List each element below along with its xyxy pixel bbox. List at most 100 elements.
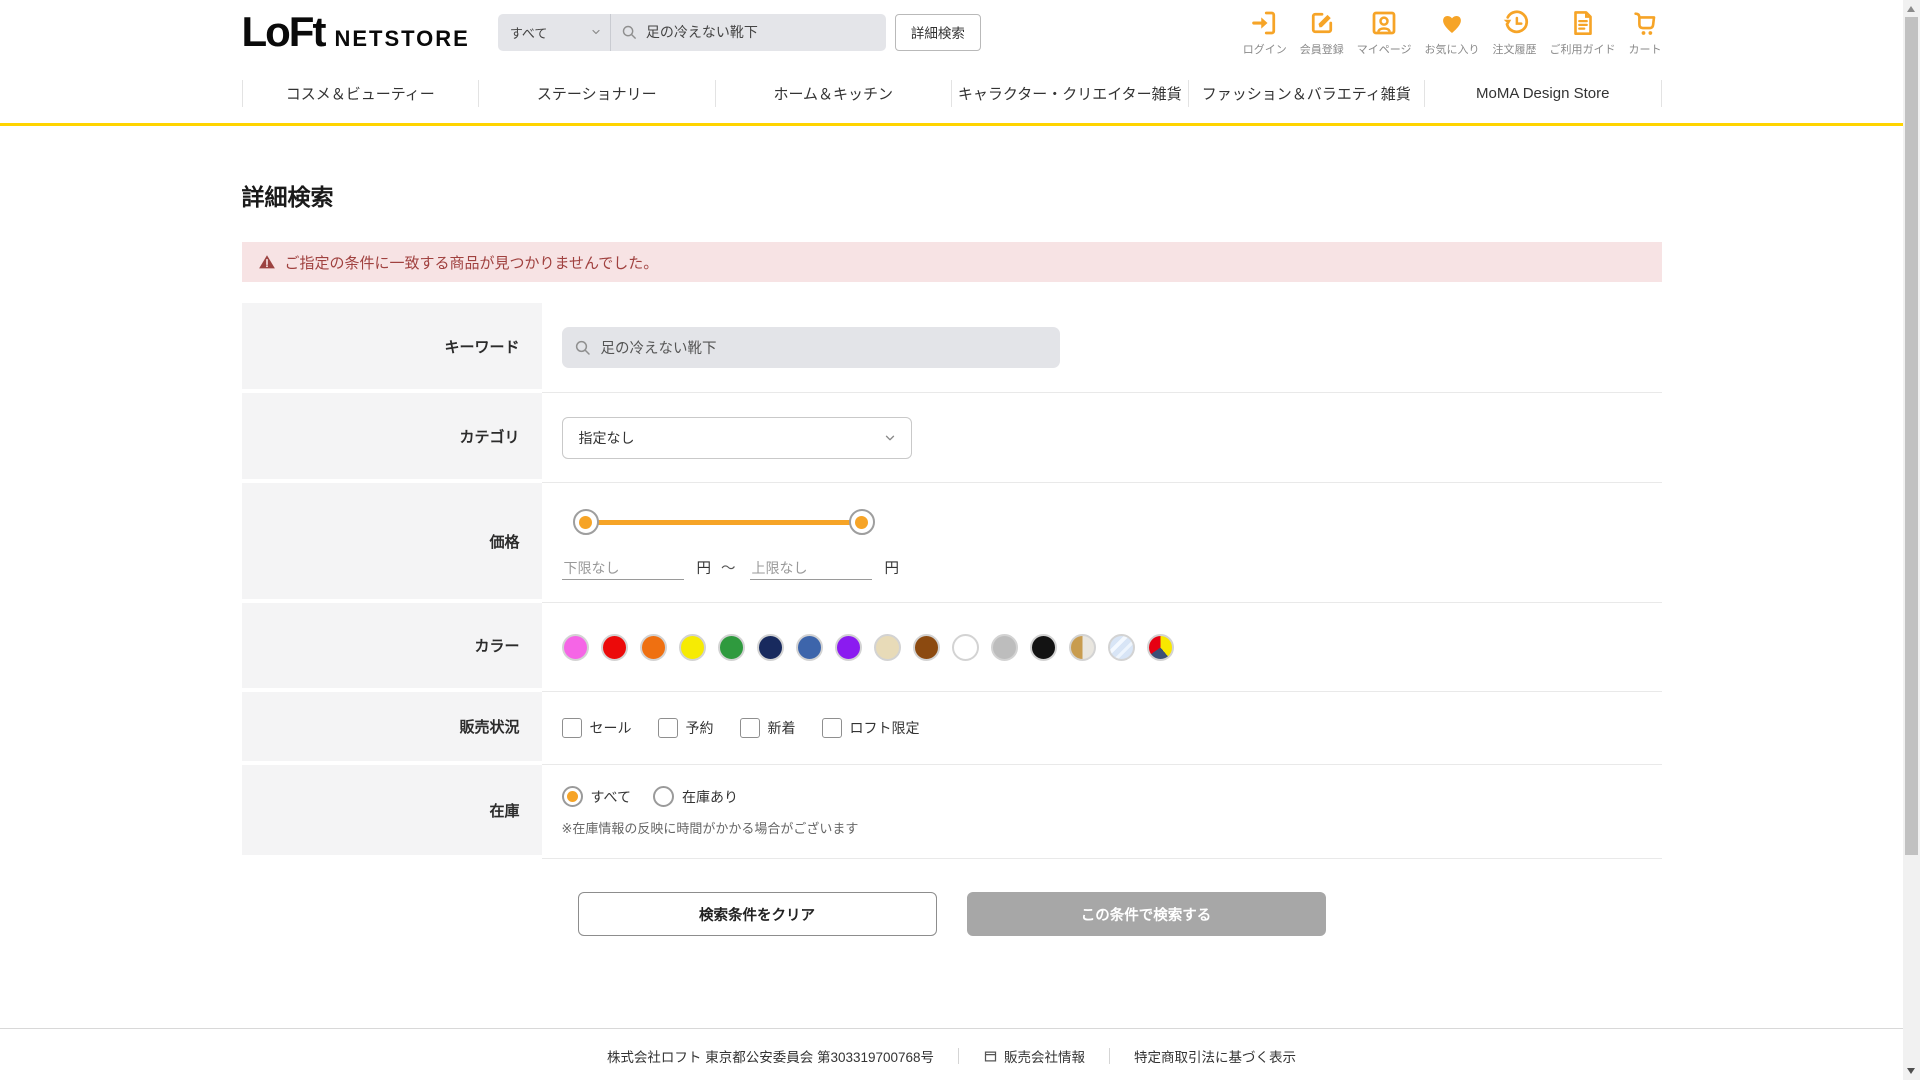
color-swatch-purple[interactable] [834, 633, 862, 661]
guide-label: ご利用ガイド [1549, 43, 1616, 56]
scrollbar-thumb[interactable] [1905, 17, 1918, 855]
scroll-up-arrow-icon[interactable] [1907, 6, 1915, 12]
history-icon [1500, 8, 1530, 38]
keyword-input[interactable] [591, 339, 1048, 356]
favorites-link[interactable]: お気に入り [1425, 8, 1480, 57]
keyword-row: キーワード [241, 303, 1662, 393]
checkbox-reservation[interactable]: 予約 [657, 718, 714, 738]
advanced-search-form: キーワード カテゴリ 指定なし [241, 303, 1662, 859]
search-divider [609, 13, 611, 51]
color-label: カラー [241, 603, 542, 688]
no-results-alert: ご指定の条件に一致する商品が見つかりませんでした。 [241, 242, 1662, 282]
commerce-law-link[interactable]: 特定商取引法に基づく表示 [1134, 1046, 1296, 1066]
register-link[interactable]: 会員登録 [1300, 8, 1344, 57]
checkbox-new-arrival[interactable]: 新着 [739, 718, 796, 738]
nav-item-moma-design-store[interactable]: MoMA Design Store [1425, 85, 1661, 102]
checkbox-sale[interactable]: セール [561, 718, 632, 738]
clear-conditions-button[interactable]: 検索条件をクリア [577, 892, 937, 936]
keyword-input-wrap [561, 327, 1060, 368]
checkbox-new-arrival-label: 新着 [767, 720, 796, 736]
color-swatch-orange[interactable] [639, 633, 667, 661]
category-selected-value: 指定なし [578, 429, 635, 446]
color-swatch-blue[interactable] [795, 633, 823, 661]
login-label: ログイン [1242, 43, 1287, 56]
category-select[interactable]: 指定なし [561, 416, 912, 459]
nav-item-cosme-beauty[interactable]: コスメ＆ビューティー [243, 83, 479, 104]
price-min-unit: 円 [696, 561, 712, 577]
guide-link[interactable]: ご利用ガイド [1550, 8, 1616, 57]
cart-link[interactable]: カート [1629, 8, 1662, 57]
color-swatch-navy[interactable] [756, 633, 784, 661]
radio-circle [652, 786, 674, 807]
cart-label: カート [1628, 43, 1662, 56]
register-label: 会員登録 [1299, 43, 1344, 56]
scrollbar[interactable] [1903, 0, 1920, 1080]
site-footer: 株式会社ロフト 東京都公安委員会 第303319700768号 販売会社情報 特… [0, 1028, 1903, 1080]
header-search-bar: すべて [497, 13, 886, 51]
site-header: LoFt NETSTORE すべて 足の冷えない靴下 詳細検索 ログイン 会員登… [0, 0, 1903, 126]
logo-netstore-text: NETSTORE [334, 26, 470, 51]
color-swatch-red[interactable] [600, 633, 628, 661]
checkbox-loft-exclusive-label: ロフト限定 [849, 720, 920, 736]
detail-search-button[interactable]: 詳細検索 [894, 13, 981, 51]
stock-row: 在庫 すべて 在庫あり ※在庫情報の反映に時間がかかる場合がございます [241, 765, 1662, 859]
checkbox-box [821, 718, 842, 738]
search-category-select[interactable]: すべて [498, 14, 610, 51]
color-swatch-multicolor[interactable] [1146, 633, 1174, 661]
page-viewport: LoFt NETSTORE すべて 足の冷えない靴下 詳細検索 ログイン 会員登… [0, 0, 1903, 1080]
loft-netstore-logo[interactable]: LoFt NETSTORE [242, 11, 470, 53]
slider-handle-min[interactable] [572, 509, 599, 535]
form-actions: 検索条件をクリア この条件で検索する [242, 892, 1662, 936]
footer-divider [958, 1048, 960, 1064]
category-label: カテゴリ [241, 393, 542, 479]
nav-item-character-goods[interactable]: キャラクター・クリエイター雑貨 [952, 83, 1188, 104]
color-swatch-beige[interactable] [873, 633, 901, 661]
mypage-link[interactable]: マイページ [1357, 8, 1412, 57]
color-swatch-white[interactable] [951, 633, 979, 661]
mypage-label: マイページ [1356, 43, 1412, 56]
nav-item-home-kitchen[interactable]: ホーム＆キッチン [716, 83, 952, 104]
color-swatches [561, 633, 1662, 661]
search-category-value: すべて [509, 25, 548, 41]
price-max-input[interactable] [749, 557, 872, 580]
sale-status-row: 販売状況 セール 予約 新着 ロフト限定 [241, 692, 1662, 765]
nav-item-stationery[interactable]: ステーショナリー [479, 83, 715, 104]
scroll-down-arrow-icon[interactable] [1907, 1068, 1915, 1074]
header-search-input[interactable] [637, 24, 886, 40]
commerce-law-label: 特定商取引法に基づく表示 [1134, 1050, 1297, 1065]
price-min-input[interactable] [561, 557, 684, 580]
radio-all[interactable]: すべて [561, 786, 631, 807]
stock-note: ※在庫情報の反映に時間がかかる場合がございます [561, 821, 859, 836]
checkbox-box [561, 718, 582, 738]
slider-handle-max[interactable] [848, 509, 875, 535]
main-content: 詳細検索 ご指定の条件に一致する商品が見つかりませんでした。 キーワード 足の冷… [241, 178, 1662, 936]
seller-info-link[interactable]: 販売会社情報 [983, 1046, 1085, 1066]
color-swatch-brown[interactable] [912, 633, 940, 661]
color-swatch-gold-silver[interactable] [1068, 633, 1096, 661]
color-swatch-black[interactable] [1029, 633, 1057, 661]
register-icon [1307, 8, 1337, 38]
price-row: 価格 円 ～ 円 [241, 483, 1662, 603]
radio-all-label: すべて [590, 788, 631, 805]
footer-divider [1109, 1048, 1111, 1064]
price-tilde: ～ [721, 561, 736, 577]
checkbox-sale-label: セール [589, 720, 632, 736]
color-swatch-clear[interactable] [1107, 633, 1135, 661]
color-swatch-yellow[interactable] [678, 633, 706, 661]
slider-track [573, 519, 874, 525]
login-link[interactable]: ログイン [1243, 8, 1287, 57]
warning-triangle-icon [258, 255, 275, 269]
keyword-label: キーワード [241, 303, 542, 389]
radio-in-stock[interactable]: 在庫あり [652, 786, 738, 807]
color-swatch-green[interactable] [717, 633, 745, 661]
favorites-label: お気に入り [1424, 43, 1480, 56]
color-swatch-pink[interactable] [561, 633, 589, 661]
checkbox-loft-exclusive[interactable]: ロフト限定 [821, 718, 920, 738]
heart-icon [1437, 8, 1467, 38]
seller-info-label: 販売会社情報 [1004, 1050, 1086, 1065]
color-swatch-gray[interactable] [990, 633, 1018, 661]
search-icon [575, 340, 590, 355]
nav-item-fashion-variety[interactable]: ファッション＆バラエティ雑貨 [1189, 83, 1425, 104]
order-history-link[interactable]: 注文履歴 [1493, 8, 1537, 57]
search-with-conditions-button[interactable]: この条件で検索する [966, 892, 1326, 936]
